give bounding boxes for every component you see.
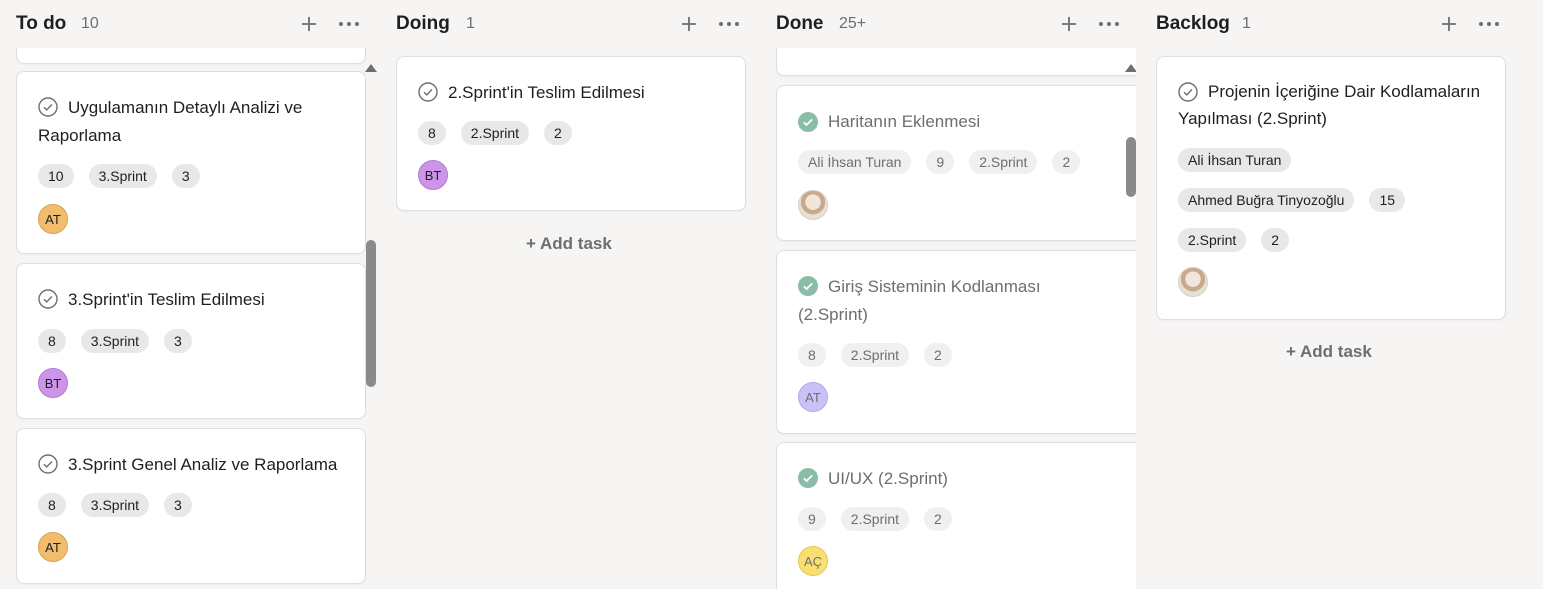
task-card-partial[interactable] <box>776 48 1136 76</box>
field-chip: 9 <box>926 150 955 174</box>
scroll-up-arrow-icon[interactable] <box>365 64 377 72</box>
task-title[interactable]: Projenin İçeriğine Dair Kodlamaların Yap… <box>1178 78 1481 132</box>
field-chip: 2.Sprint <box>840 507 910 531</box>
field-chip: 8 <box>38 329 66 353</box>
task-fields: 10 3.Sprint 3 <box>38 164 200 188</box>
field-chip: 2.Sprint <box>969 150 1038 174</box>
column-backlog: Backlog 1 Projenin İçeriğine Dair Kodlam… <box>1156 0 1520 589</box>
scrollbar-thumb[interactable] <box>366 240 376 387</box>
column-todo: To do 10 Uygulamanın Detaylı Analizi ve … <box>16 0 380 589</box>
task-card[interactable]: Giriş Sisteminin Kodlanması (2.Sprint) 8… <box>776 250 1136 434</box>
task-fields: 8 3.Sprint 3 <box>38 329 192 353</box>
field-chip: 2.Sprint <box>460 121 530 145</box>
field-chip: 3 <box>171 164 200 188</box>
avatar-photo[interactable] <box>798 190 828 220</box>
add-task-button[interactable]: + Add task <box>1286 342 1372 362</box>
add-task-button[interactable]: + Add task <box>526 234 612 254</box>
avatar[interactable]: AT <box>38 532 68 562</box>
task-card[interactable]: Haritanın Eklenmesi Ali İhsan Turan 9 2.… <box>776 85 1136 241</box>
column-done: Done 25+ Haritanın Eklenmesi Ali İhsan T… <box>776 0 1140 589</box>
add-task-plus-icon[interactable] <box>296 11 322 37</box>
task-title[interactable]: 3.Sprint'in Teslim Edilmesi <box>38 286 341 314</box>
field-chip: 2 <box>1261 228 1290 252</box>
task-card[interactable]: 3.Sprint Genel Analiz ve Raporlama 8 3.S… <box>16 428 366 584</box>
field-chip: 2 <box>924 343 952 367</box>
field-chip: Ahmed Buğra Tinyozoğlu <box>1178 188 1355 212</box>
task-card[interactable]: 2.Sprint'in Teslim Edilmesi 8 2.Sprint 2… <box>396 56 746 211</box>
avatar[interactable]: BT <box>38 368 68 398</box>
task-fields: 8 3.Sprint 3 <box>38 493 192 517</box>
field-chip: 3.Sprint <box>80 493 150 517</box>
field-chip: 3.Sprint <box>80 329 150 353</box>
column-header: Backlog 1 <box>1156 0 1520 48</box>
column-title: Done <box>776 13 824 34</box>
column-header: To do 10 <box>16 0 380 48</box>
task-fields: Ahmed Buğra Tinyozoğlu 15 <box>1178 188 1406 212</box>
column-gap <box>1136 0 1156 589</box>
add-task-plus-icon[interactable] <box>1056 11 1082 37</box>
kanban-board: To do 10 Uygulamanın Detaylı Analizi ve … <box>0 0 1543 589</box>
avatar-photo[interactable] <box>1178 267 1208 297</box>
task-fields: Ali İhsan Turan <box>1178 148 1292 172</box>
more-options-icon[interactable] <box>1096 11 1122 37</box>
column-count: 10 <box>81 15 99 32</box>
task-list: Uygulamanın Detaylı Analizi ve Raporlama… <box>16 48 380 589</box>
task-card[interactable]: UI/UX (2.Sprint) 9 2.Sprint 2 AÇ <box>776 442 1136 589</box>
field-chip: 3 <box>164 329 192 353</box>
task-fields: 8 2.Sprint 2 <box>798 343 952 367</box>
task-card-partial[interactable] <box>16 48 366 64</box>
field-chip: 2.Sprint <box>1178 228 1247 252</box>
task-list: Haritanın Eklenmesi Ali İhsan Turan 9 2.… <box>776 48 1140 589</box>
avatar[interactable]: AT <box>38 204 68 234</box>
field-chip: 2 <box>544 121 572 145</box>
field-chip: 2 <box>1052 150 1081 174</box>
scrollbar-thumb[interactable] <box>1126 137 1136 197</box>
task-fields: Ali İhsan Turan 9 2.Sprint 2 <box>798 150 1081 174</box>
column-count: 25+ <box>839 15 867 32</box>
task-card[interactable]: 3.Sprint'in Teslim Edilmesi 8 3.Sprint 3… <box>16 263 366 419</box>
field-chip: 8 <box>38 493 66 517</box>
task-card[interactable]: Projenin İçeriğine Dair Kodlamaların Yap… <box>1156 56 1506 320</box>
task-card[interactable]: Uygulamanın Detaylı Analizi ve Raporlama… <box>16 71 366 254</box>
add-task-plus-icon[interactable] <box>676 11 702 37</box>
task-title[interactable]: 3.Sprint Genel Analiz ve Raporlama <box>38 451 341 479</box>
add-task-plus-icon[interactable] <box>1436 11 1462 37</box>
column-count: 1 <box>466 15 475 32</box>
task-title[interactable]: UI/UX (2.Sprint) <box>798 465 1112 493</box>
field-chip: 9 <box>798 507 826 531</box>
more-options-icon[interactable] <box>716 11 742 37</box>
field-chip: Ali İhsan Turan <box>1178 148 1292 172</box>
task-fields: 9 2.Sprint 2 <box>798 507 952 531</box>
column-count: 1 <box>1242 15 1251 32</box>
field-chip: 2.Sprint <box>840 343 910 367</box>
column-title: Backlog <box>1156 13 1230 34</box>
field-chip: Ali İhsan Turan <box>798 150 912 174</box>
task-title[interactable]: Giriş Sisteminin Kodlanması (2.Sprint) <box>798 273 1112 329</box>
field-chip: 8 <box>798 343 826 367</box>
task-list: 2.Sprint'in Teslim Edilmesi 8 2.Sprint 2… <box>396 48 760 589</box>
field-chip: 3 <box>164 493 192 517</box>
field-chip: 10 <box>38 164 74 188</box>
task-list: Projenin İçeriğine Dair Kodlamaların Yap… <box>1156 48 1520 589</box>
column-title: Doing <box>396 13 450 34</box>
field-chip: 3.Sprint <box>88 164 157 188</box>
field-chip: 2 <box>924 507 952 531</box>
column-header: Done 25+ <box>776 0 1140 48</box>
task-fields: 8 2.Sprint 2 <box>418 121 572 145</box>
task-title[interactable]: Haritanın Eklenmesi <box>798 108 1112 136</box>
more-options-icon[interactable] <box>336 11 362 37</box>
task-fields: 2.Sprint 2 <box>1178 228 1290 252</box>
column-header: Doing 1 <box>396 0 760 48</box>
column-title: To do <box>16 13 67 34</box>
avatar[interactable]: BT <box>418 160 448 190</box>
task-title[interactable]: 2.Sprint'in Teslim Edilmesi <box>418 79 721 107</box>
more-options-icon[interactable] <box>1476 11 1502 37</box>
field-chip: 15 <box>1369 188 1406 212</box>
field-chip: 8 <box>418 121 446 145</box>
avatar[interactable]: AT <box>798 382 828 412</box>
avatar[interactable]: AÇ <box>798 546 828 576</box>
column-doing: Doing 1 2.Sprint'in Teslim Edilmesi 8 2.… <box>396 0 760 589</box>
task-title[interactable]: Uygulamanın Detaylı Analizi ve Raporlama <box>38 94 341 150</box>
